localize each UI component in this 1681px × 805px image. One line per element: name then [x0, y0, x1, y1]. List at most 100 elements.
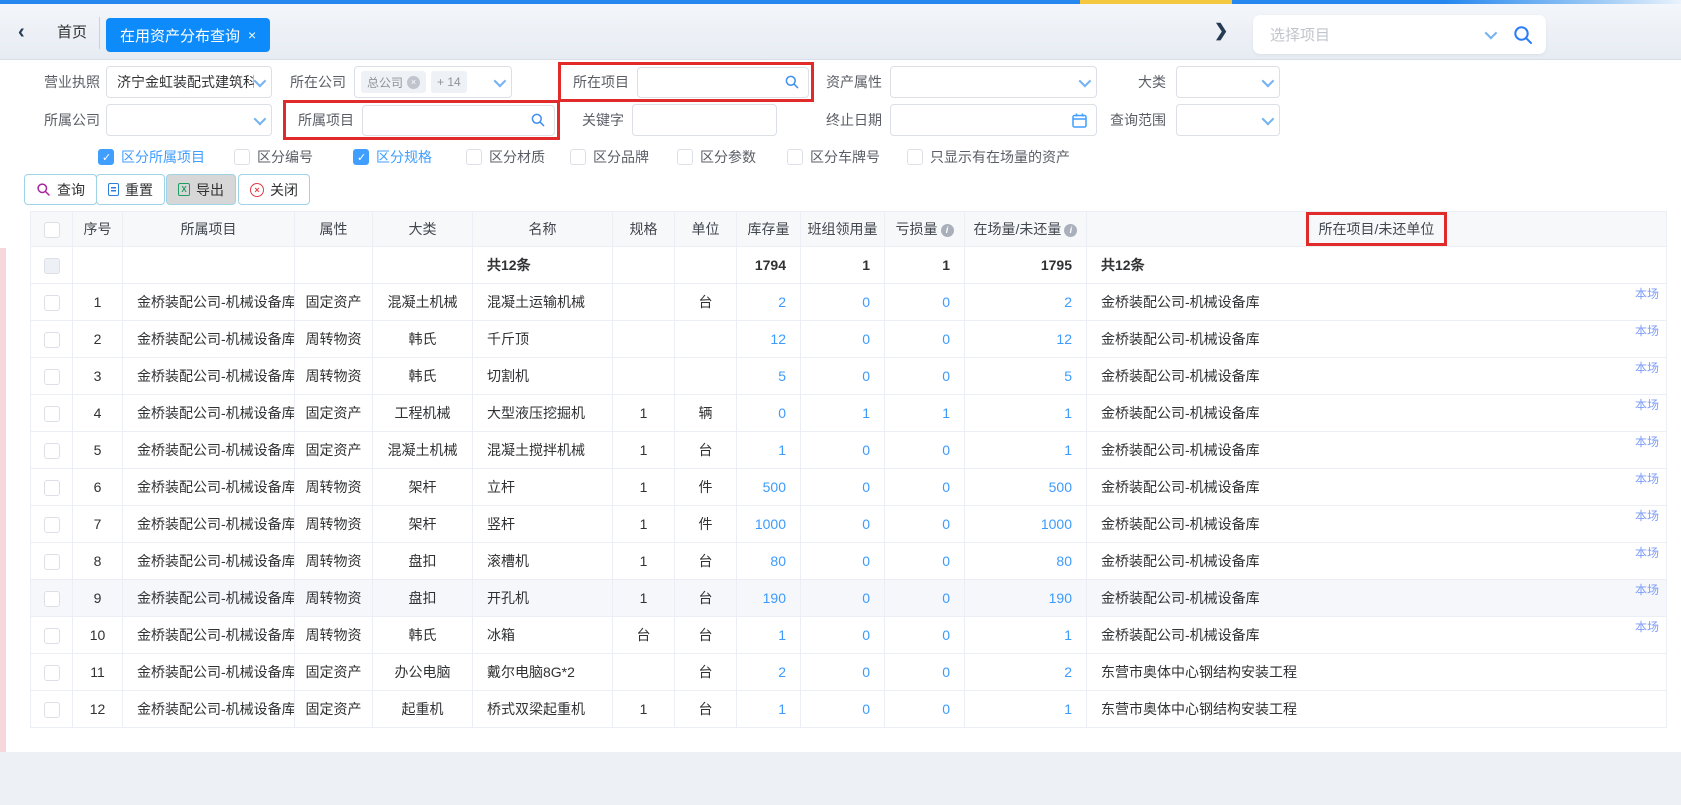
query-button[interactable]: 查询 [24, 174, 97, 205]
project-select[interactable]: 选择项目 [1253, 15, 1546, 54]
onsite-link[interactable]: 本场 [1635, 322, 1659, 339]
checkbox-only-onsite[interactable]: 只显示有在场量的资产 [907, 148, 1070, 166]
team-usage-link[interactable]: 1 [862, 405, 870, 421]
loss-link[interactable]: 0 [942, 516, 950, 532]
team-usage-link[interactable]: 0 [862, 627, 870, 643]
business-license-select[interactable]: 济宁金虹装配式建筑科 [106, 66, 272, 98]
row-checkbox[interactable] [44, 406, 60, 422]
keyword-input[interactable] [632, 104, 777, 136]
loss-link[interactable]: 0 [942, 590, 950, 606]
loss-link[interactable]: 0 [942, 294, 950, 310]
checkbox-distinguish-plate[interactable]: 区分车牌号 [787, 148, 880, 166]
team-usage-link[interactable]: 0 [862, 701, 870, 717]
own-project-search-input[interactable] [362, 105, 555, 136]
tag-close-icon[interactable]: × [407, 76, 420, 89]
row-checkbox[interactable] [44, 480, 60, 496]
loss-link[interactable]: 1 [942, 405, 950, 421]
onsite-qty-link[interactable]: 1 [1064, 701, 1072, 717]
stock-link[interactable]: 1000 [755, 516, 786, 532]
onsite-link[interactable]: 本场 [1635, 396, 1659, 413]
own-company-select[interactable] [106, 104, 272, 136]
onsite-link[interactable]: 本场 [1635, 544, 1659, 561]
loss-link[interactable]: 0 [942, 442, 950, 458]
project-at-search-input[interactable] [637, 67, 809, 98]
stock-link[interactable]: 1 [778, 442, 786, 458]
loss-link[interactable]: 0 [942, 664, 950, 680]
onsite-qty-link[interactable]: 1000 [1041, 516, 1072, 532]
query-scope-select[interactable] [1176, 104, 1280, 136]
checkbox-distinguish-project[interactable]: 区分所属项目 [98, 148, 205, 166]
onsite-link[interactable]: 本场 [1635, 581, 1659, 598]
onsite-link[interactable]: 本场 [1635, 470, 1659, 487]
checkbox-distinguish-material[interactable]: 区分材质 [466, 148, 545, 166]
onsite-qty-link[interactable]: 190 [1049, 590, 1072, 606]
row-checkbox[interactable] [44, 554, 60, 570]
onsite-link[interactable]: 本场 [1635, 507, 1659, 524]
onsite-qty-link[interactable]: 1 [1064, 405, 1072, 421]
stock-link[interactable]: 2 [778, 664, 786, 680]
team-usage-link[interactable]: 0 [862, 516, 870, 532]
row-checkbox[interactable] [44, 665, 60, 681]
row-checkbox[interactable] [44, 443, 60, 459]
checkbox-distinguish-spec[interactable]: 区分规格 [353, 148, 432, 166]
team-usage-link[interactable]: 0 [862, 368, 870, 384]
stock-link[interactable]: 80 [770, 553, 786, 569]
row-checkbox[interactable] [44, 628, 60, 644]
loss-link[interactable]: 0 [942, 331, 950, 347]
checkbox-distinguish-number[interactable]: 区分编号 [234, 148, 313, 166]
close-button[interactable]: × 关闭 [238, 174, 310, 205]
loss-link[interactable]: 0 [942, 553, 950, 569]
onsite-qty-link[interactable]: 1 [1064, 627, 1072, 643]
stock-link[interactable]: 1 [778, 627, 786, 643]
row-checkbox[interactable] [44, 332, 60, 348]
onsite-qty-link[interactable]: 80 [1056, 553, 1072, 569]
stock-link[interactable]: 12 [770, 331, 786, 347]
stock-link[interactable]: 2 [778, 294, 786, 310]
onsite-qty-link[interactable]: 5 [1064, 368, 1072, 384]
reset-button[interactable]: 重置 [96, 174, 165, 205]
back-icon[interactable]: ‹ [18, 21, 25, 44]
onsite-link[interactable]: 本场 [1635, 433, 1659, 450]
onsite-link[interactable]: 本场 [1635, 359, 1659, 376]
loss-link[interactable]: 0 [942, 479, 950, 495]
company-multiselect[interactable]: 总公司 × + 14 [354, 66, 512, 98]
end-date-input[interactable] [890, 104, 1097, 136]
tab-active[interactable]: 在用资产分布查询 × [106, 18, 270, 52]
team-usage-link[interactable]: 0 [862, 331, 870, 347]
select-all-checkbox[interactable] [44, 222, 60, 238]
stock-link[interactable]: 1 [778, 701, 786, 717]
row-checkbox[interactable] [44, 369, 60, 385]
category-select[interactable] [1176, 66, 1280, 98]
forward-icon[interactable]: ❯ [1214, 21, 1228, 41]
team-usage-link[interactable]: 0 [862, 442, 870, 458]
loss-link[interactable]: 0 [942, 627, 950, 643]
row-checkbox[interactable] [44, 702, 60, 718]
search-icon[interactable] [1512, 24, 1534, 46]
asset-attr-select[interactable] [890, 66, 1097, 98]
checkbox-distinguish-param[interactable]: 区分参数 [677, 148, 756, 166]
info-icon[interactable]: i [941, 224, 954, 237]
stock-link[interactable]: 0 [778, 405, 786, 421]
onsite-link[interactable]: 本场 [1635, 285, 1659, 302]
checkbox-distinguish-brand[interactable]: 区分品牌 [570, 148, 649, 166]
team-usage-link[interactable]: 0 [862, 553, 870, 569]
row-checkbox[interactable] [44, 591, 60, 607]
stock-link[interactable]: 5 [778, 368, 786, 384]
onsite-qty-link[interactable]: 1 [1064, 442, 1072, 458]
onsite-qty-link[interactable]: 500 [1049, 479, 1072, 495]
info-icon[interactable]: i [1064, 224, 1077, 237]
tab-home[interactable]: 首页 [48, 17, 96, 49]
close-icon[interactable]: × [248, 27, 256, 43]
stock-link[interactable]: 190 [763, 590, 786, 606]
row-checkbox[interactable] [44, 517, 60, 533]
stock-link[interactable]: 500 [763, 479, 786, 495]
export-button[interactable]: X 导出 [166, 174, 236, 205]
team-usage-link[interactable]: 0 [862, 479, 870, 495]
team-usage-link[interactable]: 0 [862, 590, 870, 606]
loss-link[interactable]: 0 [942, 368, 950, 384]
onsite-qty-link[interactable]: 2 [1064, 294, 1072, 310]
loss-link[interactable]: 0 [942, 701, 950, 717]
onsite-link[interactable]: 本场 [1635, 618, 1659, 635]
onsite-qty-link[interactable]: 12 [1056, 331, 1072, 347]
row-checkbox[interactable] [44, 295, 60, 311]
